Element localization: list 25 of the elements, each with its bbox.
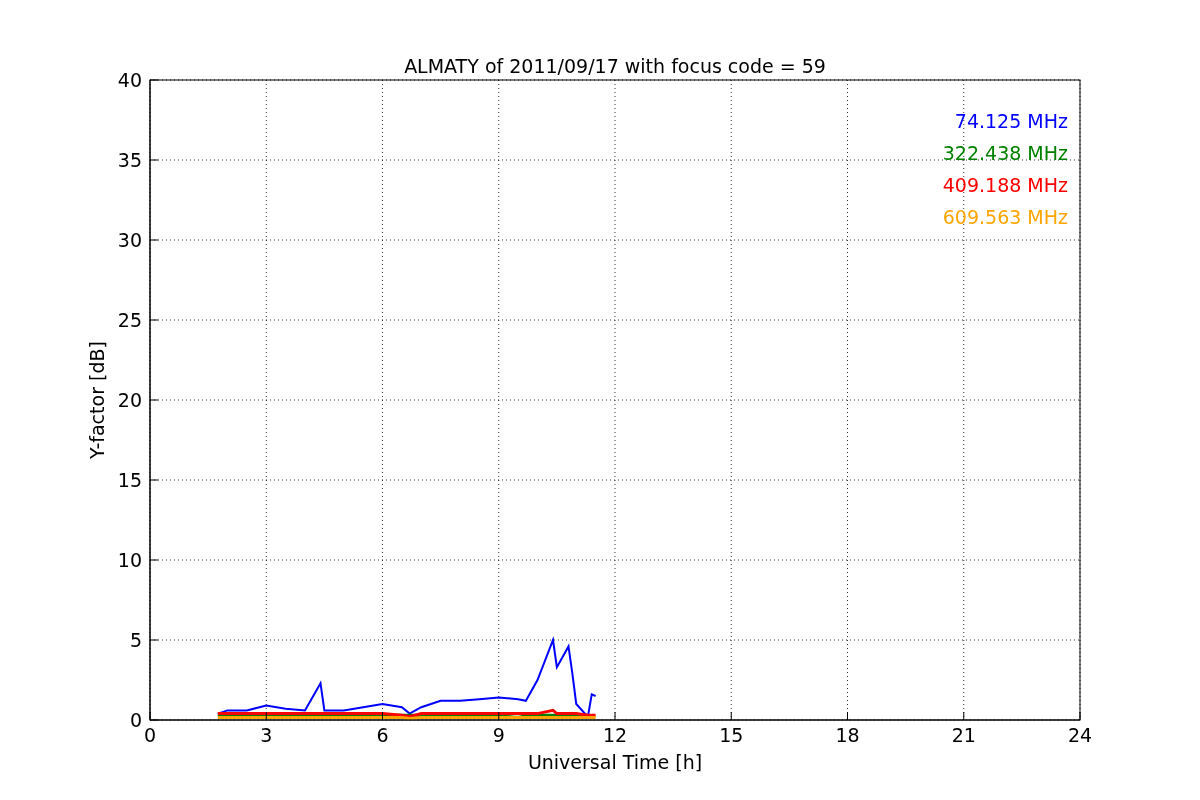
legend-label: 74.125 MHz (954, 110, 1068, 132)
x-tick-label: 24 (1067, 724, 1093, 746)
x-tick-label: 9 (492, 724, 505, 746)
y-tick-label: 20 (117, 389, 142, 411)
x-tick-label: 18 (835, 724, 860, 746)
x-tick-label: 21 (951, 724, 976, 746)
y-tick-label: 15 (117, 469, 142, 491)
y-tick-label: 0 (129, 709, 142, 731)
legend-label: 609.563 MHz (942, 206, 1068, 228)
x-tick-label: 12 (602, 724, 628, 746)
legend-label: 409.188 MHz (942, 174, 1068, 196)
x-tick-label: 0 (143, 724, 157, 746)
y-tick-label: 10 (117, 549, 142, 571)
y-tick-label: 25 (117, 309, 142, 331)
y-tick-label: 5 (129, 629, 142, 651)
chart-title: ALMATY of 2011/09/17 with focus code = 59 (404, 55, 826, 77)
x-tick-label: 6 (376, 724, 389, 746)
x-axis-label: Universal Time [h] (527, 751, 703, 773)
y-tick-label: 35 (117, 149, 142, 171)
y-axis-label: Y-factor [dB] (86, 341, 108, 459)
x-tick-label: 3 (260, 724, 273, 746)
y-tick-label: 30 (117, 229, 142, 251)
legend-label: 322.438 MHz (942, 142, 1068, 164)
y-tick-label: 40 (117, 69, 142, 91)
x-tick-label: 15 (719, 724, 744, 746)
